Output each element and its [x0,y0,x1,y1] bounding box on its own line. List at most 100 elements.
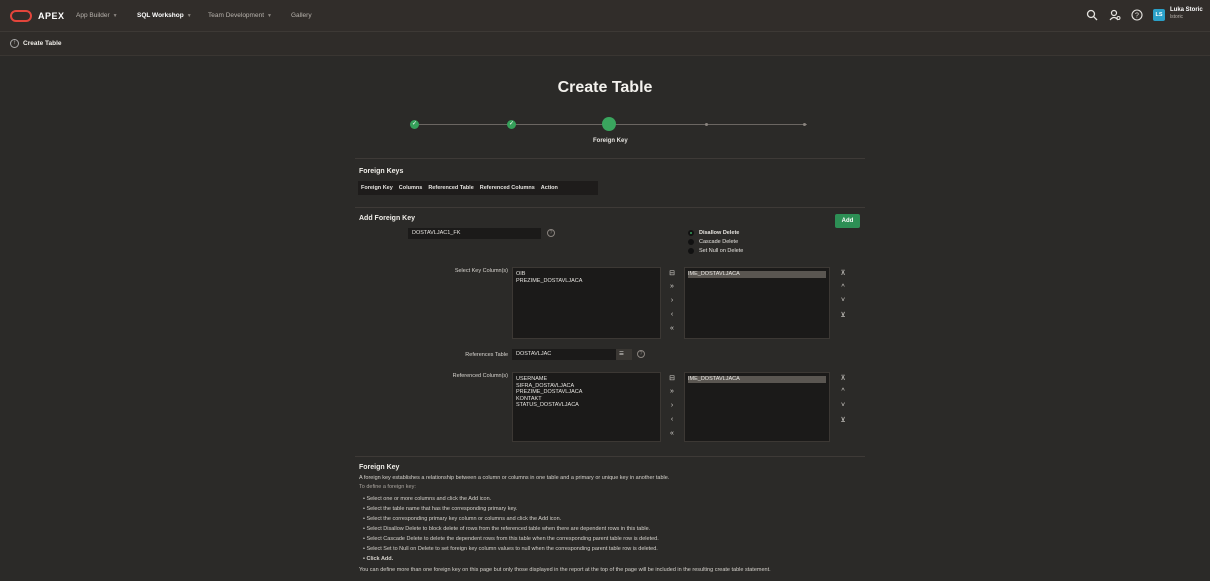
list-item[interactable]: IME_DOSTAVLJACA [688,271,826,278]
move-down-icon[interactable]: ˅ [838,297,848,304]
move-all-icon[interactable]: » [667,283,677,290]
breadcrumb-current: Create Table [23,40,62,47]
radio-icon [688,239,694,245]
help-bullet-text: Select one or more columns and click the… [366,496,492,502]
help-bullet: • Select one or more columns and click t… [363,496,492,502]
help-icon[interactable]: ? [1130,9,1144,23]
foreign-keys-title: Foreign Keys [359,168,404,175]
divider [355,158,865,159]
chevron-down-icon: ▼ [186,13,192,19]
remove-all-icon[interactable]: « [667,325,677,332]
app-name[interactable]: APEX [38,11,65,21]
search-icon[interactable] [1085,9,1099,23]
nav-app-builder-label: App Builder [76,12,110,19]
wizard-step-5 [803,123,806,126]
remove-icon[interactable]: ‹ [667,311,677,318]
remove-icon[interactable]: ‹ [667,416,677,423]
up-arrow-icon[interactable]: ↑ [10,39,19,48]
nav-gallery-label: Gallery [291,12,312,19]
key-columns-label: Select Key Column(s) [454,268,508,274]
name-field[interactable]: DOSTAVLJAC1_FK [408,228,541,239]
nav-sql-workshop-label: SQL Workshop [137,12,184,19]
nav-sql-workshop[interactable]: SQL Workshop ▼ [137,12,192,19]
radio-cascade-delete[interactable]: Cascade Delete [688,239,738,245]
avatar[interactable]: LS [1153,9,1165,21]
help-icon[interactable]: ? [547,229,555,237]
wizard-step-current [602,117,616,131]
oracle-logo-icon[interactable] [10,10,32,22]
breadcrumb: ↑ Create Table [0,32,1210,56]
page-title: Create Table [557,79,653,96]
column-header-action[interactable]: Action [541,185,558,191]
help-lead: To define a foreign key: [359,484,416,490]
wizard-step-2-check-icon: ✓ [507,120,516,129]
user-name[interactable]: Luka Storic [1170,7,1203,13]
radio-label: Disallow Delete [699,230,740,236]
help-title: Foreign Key [359,464,400,471]
reset-icon[interactable]: ⊟ [667,269,677,277]
radio-selected-icon [688,230,694,236]
nav-gallery[interactable]: Gallery [291,12,312,19]
move-top-icon[interactable]: ⊼ [838,269,848,277]
help-footer: You can define more than one foreign key… [359,567,771,573]
nav-app-builder[interactable]: App Builder ▼ [76,12,118,19]
radio-icon [688,248,694,254]
user-admin-icon[interactable] [1108,9,1122,23]
nav-team-development[interactable]: Team Development ▼ [208,12,272,19]
help-intro: A foreign key establishes a relationship… [359,475,670,481]
move-top-icon[interactable]: ⊼ [838,374,848,382]
references-table-label: References Table [465,352,508,358]
help-bullet-text: Select the corresponding primary key col… [366,516,562,522]
top-navigation-bar: APEX App Builder ▼ SQL Workshop ▼ Team Dev… [0,0,1210,32]
column-header-referenced-columns[interactable]: Referenced Columns [480,185,535,191]
radio-label: Cascade Delete [699,239,739,245]
help-bullet: • Select Cascade Delete to delete the de… [363,536,659,542]
radio-set-null-on-delete[interactable]: Set Null on Delete [688,248,743,254]
key-columns-selected-list[interactable]: IME_DOSTAVLJACA [684,267,830,339]
column-header-referenced-table[interactable]: Referenced Table [428,185,473,191]
move-icon[interactable]: › [667,402,677,409]
move-up-icon[interactable]: ^ [838,284,848,291]
list-item[interactable]: PREZIME_DOSTAVLJACA [516,278,657,285]
move-icon[interactable]: › [667,297,677,304]
add-button[interactable]: Add [835,214,860,228]
add-foreign-key-title: Add Foreign Key [359,215,416,222]
foreign-keys-report-header: Foreign Key Columns Referenced Table Ref… [358,181,598,195]
user-username: lstoric [1170,14,1184,20]
references-table-field[interactable]: DOSTAVLJAC [512,349,616,360]
column-header-foreign-key[interactable]: Foreign Key [361,185,393,191]
move-all-icon[interactable]: » [667,388,677,395]
referenced-columns-label: Referenced Column(s) [452,373,508,379]
move-up-icon[interactable]: ^ [838,388,848,395]
help-bullet-text: Select the table name that has the corre… [366,506,518,512]
wizard-step-label: Foreign Key [593,138,628,144]
divider [355,456,865,457]
help-bullet: • Select the corresponding primary key c… [363,516,562,522]
chevron-down-icon: ▼ [267,13,272,19]
help-bullet: • Click Add. [363,556,394,562]
divider [355,207,865,208]
key-columns-available-list[interactable]: OIB PREZIME_DOSTAVLJACA [512,267,661,339]
referenced-columns-selected-list[interactable]: IME_DOSTAVLJACA [684,372,830,442]
move-bottom-icon[interactable]: ⊻ [838,311,848,319]
help-bullet-text: Select Disallow Delete to block delete o… [366,526,651,532]
move-bottom-icon[interactable]: ⊻ [838,416,848,424]
remove-all-icon[interactable]: « [667,430,677,437]
wizard-step-4 [705,123,708,126]
nav-team-development-label: Team Development [208,12,264,19]
move-down-icon[interactable]: ˅ [838,402,848,409]
radio-label: Set Null on Delete [699,248,744,254]
radio-disallow-delete[interactable]: Disallow Delete [688,230,739,236]
column-header-columns[interactable]: Columns [399,185,423,191]
list-item[interactable]: IME_DOSTAVLJACA [688,376,826,383]
wizard-step-1-check-icon: ✓ [410,120,419,129]
help-bullet: • Select Set to Null on Delete to set fo… [363,546,658,552]
list-item[interactable]: STATUS_DOSTAVLJACA [516,402,657,409]
help-bullet-text: Select Cascade Delete to delete the depe… [366,536,659,542]
list-icon[interactable]: ☰ [616,349,632,360]
reset-icon[interactable]: ⊟ [667,374,677,382]
help-icon[interactable]: ? [637,350,645,358]
referenced-columns-available-list[interactable]: USERNAME SIFRA_DOSTAVLJACA PREZIME_DOSTA… [512,372,661,442]
help-bullet: • Select Disallow Delete to block delete… [363,526,651,532]
help-bullet-text: Select Set to Null on Delete to set fore… [366,546,658,552]
